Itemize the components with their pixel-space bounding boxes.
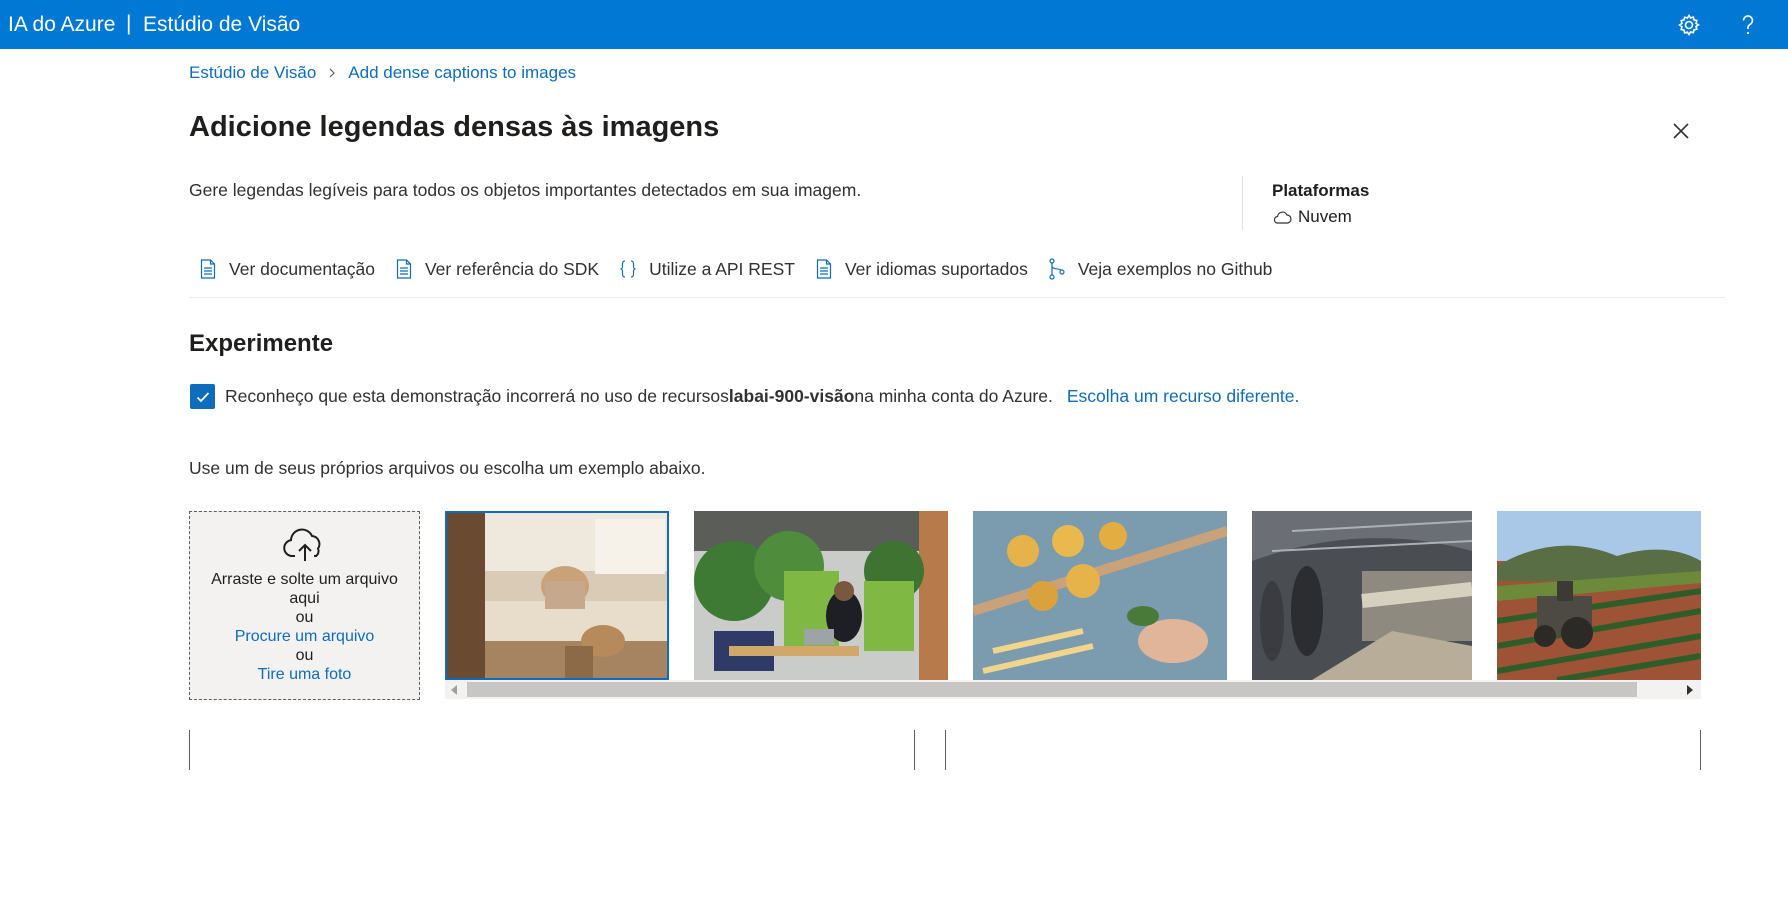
document-icon (814, 258, 834, 280)
close-icon[interactable] (1670, 120, 1692, 142)
product-name[interactable]: Estúdio de Visão (143, 13, 300, 37)
link-label: Veja exemplos no Github (1077, 258, 1273, 279)
acknowledge-prefix: Reconheço que esta demonstração incorrer… (225, 386, 729, 406)
breadcrumb-root[interactable]: Estúdio de Visão (189, 63, 316, 83)
scroll-left-icon[interactable] (451, 685, 457, 695)
links-row: Ver documentação Ver referência do SDK U… (198, 258, 1291, 280)
panel-border (189, 730, 190, 770)
sample-image-woman-laptop-dog[interactable] (445, 511, 669, 680)
acknowledge-row: Reconheço que esta demonstração incorrer… (190, 384, 1299, 409)
platform-value-text: Nuvem (1298, 207, 1352, 226)
upload-dropzone[interactable]: Arraste e solte um arquivo aqui ou Procu… (189, 511, 420, 700)
or-text: ou (295, 609, 314, 626)
document-icon (198, 258, 218, 280)
sample-gallery (445, 511, 1701, 680)
link-label: Ver idiomas suportados (844, 258, 1028, 279)
link-label: Ver documentação (229, 258, 375, 279)
drag-drop-text: Arraste e solte um arquivo aqui (211, 571, 398, 607)
breadcrumb-current[interactable]: Add dense captions to images (348, 63, 576, 83)
sample-image-tractor-farm[interactable] (1497, 511, 1701, 680)
section-title: Experimente (189, 330, 334, 357)
brand-separator: | (126, 12, 132, 35)
gallery-scrollbar[interactable] (445, 680, 1701, 699)
branch-icon (1047, 258, 1067, 280)
change-resource-link[interactable]: Escolha um recurso diferente. (1067, 386, 1299, 407)
help-icon[interactable] (1735, 12, 1761, 38)
cloud-icon (1273, 211, 1292, 224)
link-sdk-reference[interactable]: Ver referência do SDK (394, 258, 599, 280)
chevron-right-icon (329, 68, 336, 78)
link-rest-api[interactable]: Utilize a API REST (618, 258, 795, 280)
use-instructions: Use um de seus próprios arquivos ou esco… (189, 458, 706, 478)
scrollbar-thumb[interactable] (467, 682, 1637, 697)
divider (1242, 176, 1243, 230)
sample-image-pasta-cooking[interactable] (973, 511, 1227, 680)
acknowledge-checkbox[interactable] (190, 384, 215, 409)
sample-image-woman-office-laptop[interactable] (694, 511, 948, 680)
acknowledge-suffix: na minha conta do Azure. (854, 386, 1053, 406)
page-title: Adicione legendas densas às imagens (189, 111, 720, 143)
link-documentation[interactable]: Ver documentação (198, 258, 375, 280)
sample-image-subway-train[interactable] (1252, 511, 1472, 680)
panel-border (914, 730, 915, 770)
gear-icon[interactable] (1676, 12, 1702, 38)
checkmark-icon (196, 391, 209, 402)
cloud-upload-icon (282, 528, 320, 561)
panel-border (1700, 730, 1701, 770)
scroll-right-icon[interactable] (1687, 685, 1693, 695)
page-description: Gere legendas legíveis para todos os obj… (189, 180, 862, 200)
take-photo-link[interactable]: Tire uma foto (190, 665, 419, 684)
platforms-label: Plataformas (1272, 181, 1370, 200)
brand-name[interactable]: IA do Azure (8, 13, 115, 37)
section-divider (189, 297, 1725, 298)
browse-file-link[interactable]: Procure um arquivo (190, 627, 419, 646)
braces-icon (618, 258, 638, 280)
panel-border (945, 730, 946, 770)
resource-name: labai-900-visão (728, 386, 855, 406)
top-bar: IA do Azure | Estúdio de Visão (0, 0, 1788, 49)
platform-value: Nuvem (1272, 207, 1352, 227)
document-icon (394, 258, 414, 280)
link-github-samples[interactable]: Veja exemplos no Github (1047, 258, 1273, 280)
link-label: Ver referência do SDK (424, 258, 600, 279)
or-text: ou (295, 647, 314, 664)
breadcrumb: Estúdio de Visão Add dense captions to i… (189, 63, 576, 83)
link-label: Utilize a API REST (649, 258, 795, 279)
link-supported-languages[interactable]: Ver idiomas suportados (814, 258, 1028, 280)
